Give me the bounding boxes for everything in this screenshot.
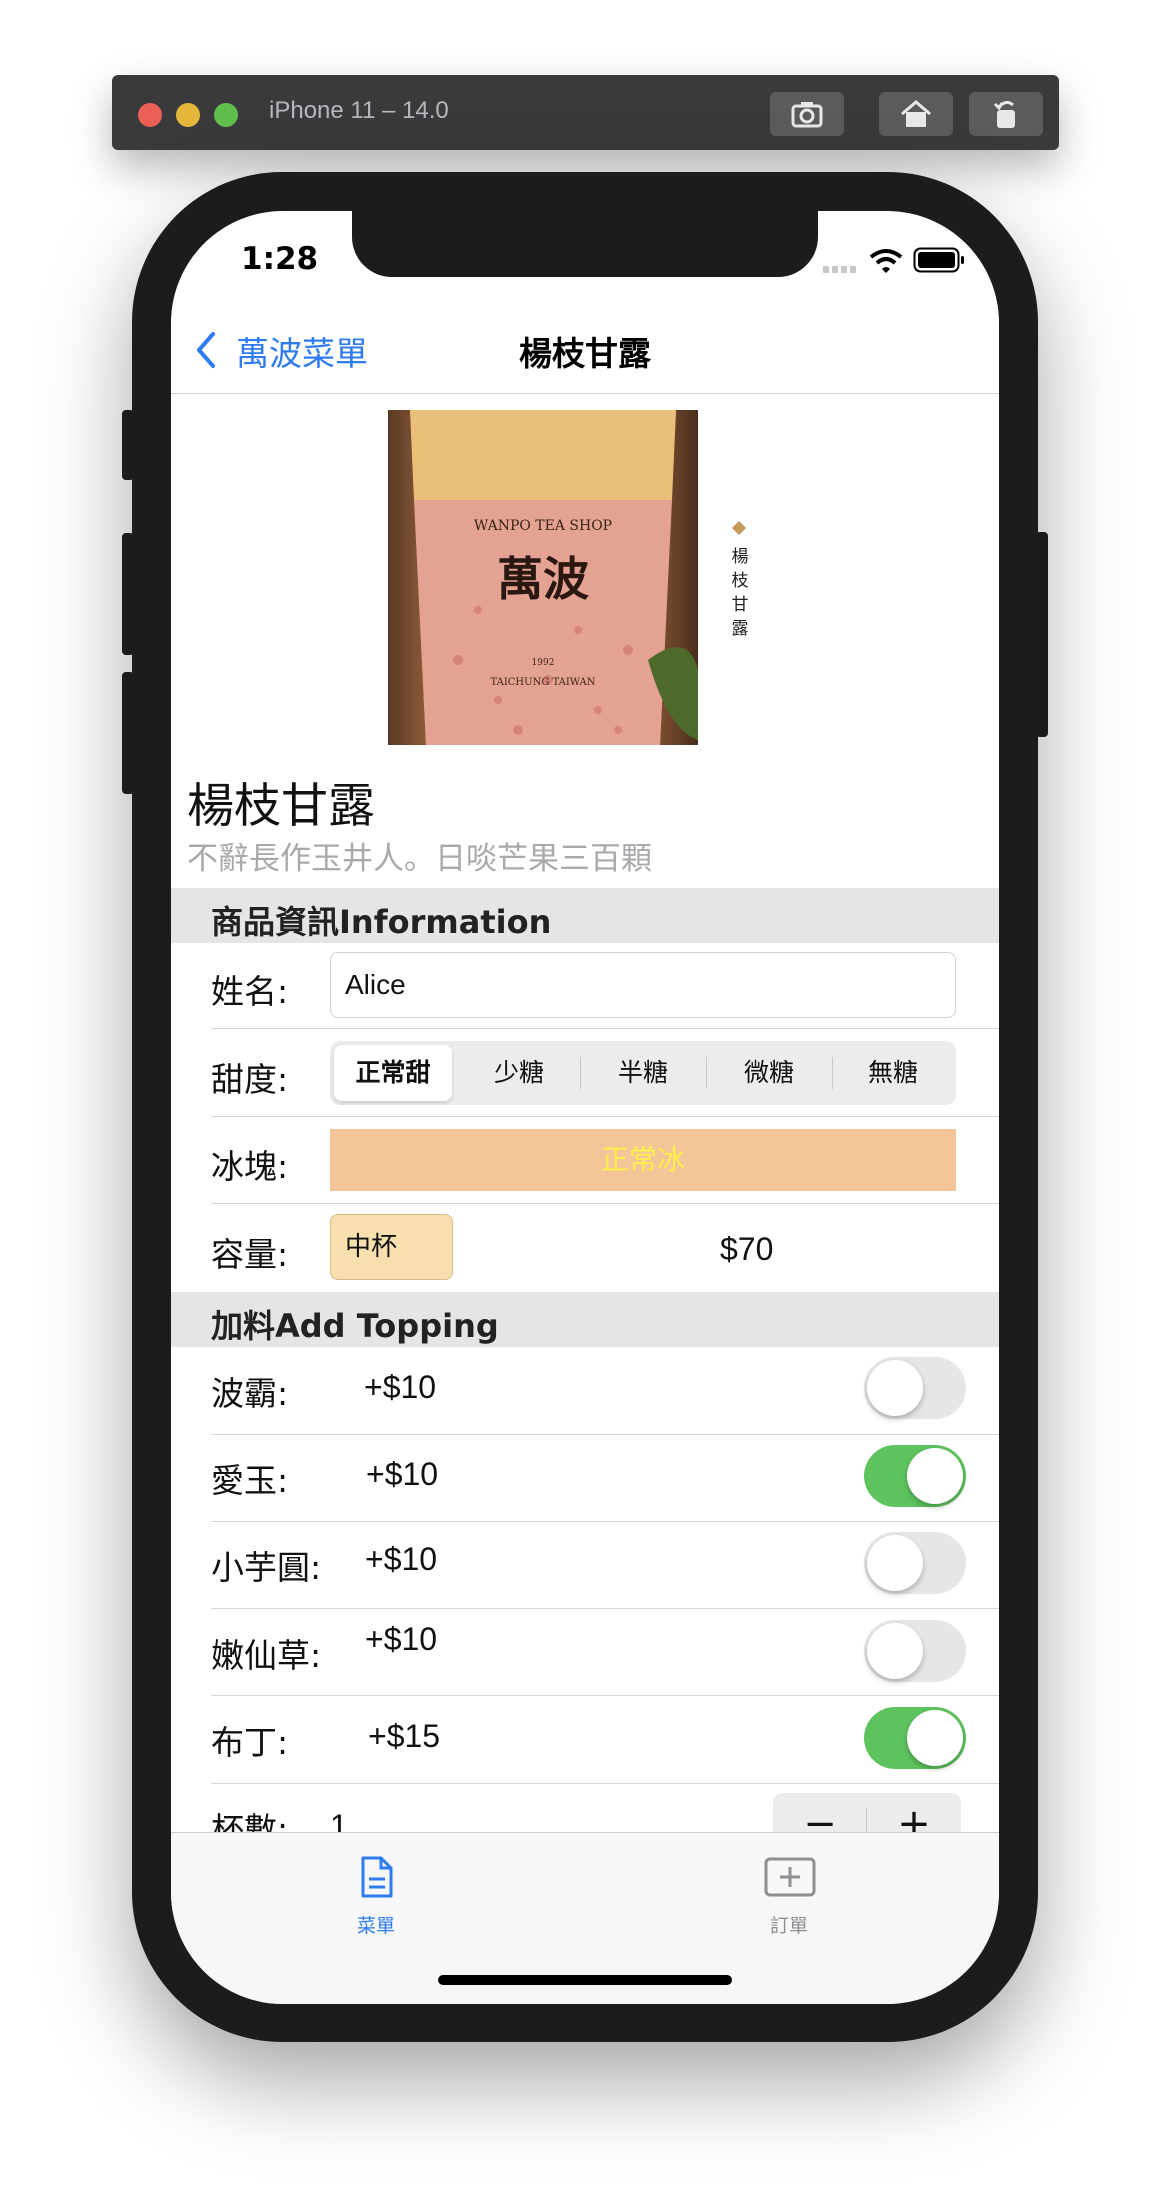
product-name: 楊枝甘露 (187, 779, 375, 834)
topping-price: +$10 (365, 1621, 438, 1657)
row-divider (211, 1521, 999, 1522)
status-time: 1:28 (241, 241, 319, 277)
segment-divider (706, 1057, 707, 1089)
nav-divider (171, 393, 999, 394)
cellular-icon (823, 266, 856, 273)
ice-button[interactable]: 正常冰 (330, 1129, 956, 1191)
home-button[interactable] (879, 92, 953, 136)
name-input[interactable] (330, 952, 956, 1018)
topping-label: 愛玉: (211, 1461, 289, 1500)
sweetness-option-slight[interactable]: 微糖 (710, 1045, 828, 1101)
ice-label: 冰塊: (211, 1147, 289, 1186)
power-button (1036, 532, 1048, 737)
add-square-icon (764, 1857, 816, 1897)
tab-orders-label: 訂單 (769, 1915, 808, 1937)
image-place-text: TAICHUNG TAIWAN (490, 677, 595, 688)
segment-divider (580, 1057, 581, 1089)
topping-label: 小芋圓: (211, 1548, 322, 1587)
sweetness-label: 甜度: (211, 1060, 289, 1099)
image-brand-text: WANPO TEA SHOP (474, 518, 612, 534)
wifi-icon (869, 249, 903, 273)
topping-section-header: 加料Add Topping (171, 1292, 999, 1347)
image-year-text: 1992 (532, 658, 555, 668)
vertical-product-label: 楊 枝 甘 露 (731, 547, 749, 639)
row-divider (211, 1608, 999, 1609)
segment-divider (832, 1057, 833, 1089)
rotate-button[interactable] (969, 92, 1043, 136)
row-divider (211, 1116, 999, 1117)
tab-menu[interactable]: 菜單 (326, 1845, 426, 1945)
sweetness-option-normal[interactable]: 正常甜 (334, 1045, 452, 1101)
topping-toggle-aiyu[interactable] (864, 1445, 966, 1507)
volume-down-button (122, 672, 134, 794)
nav-title: 楊枝甘露 (519, 334, 651, 373)
sweetness-segmented-control[interactable]: 正常甜 少糖 半糖 微糖 無糖 (330, 1041, 956, 1105)
row-divider (211, 1695, 999, 1696)
size-button[interactable]: 中杯 (330, 1214, 453, 1280)
screenshot-button[interactable] (770, 92, 844, 136)
diamond-icon (731, 520, 747, 536)
row-divider (211, 1028, 999, 1029)
size-label: 容量: (211, 1235, 289, 1274)
topping-label: 嫩仙草: (211, 1636, 322, 1675)
phone-screen: 1:28 萬波菜單 楊枝甘露 WANPO TEA SHOP 萬波 1992 TA… (171, 211, 999, 2004)
sweetness-option-half[interactable]: 半糖 (584, 1045, 702, 1101)
topping-price: +$10 (364, 1369, 437, 1405)
notch (352, 211, 818, 277)
topping-label: 波霸: (211, 1374, 289, 1413)
row-divider (211, 1783, 999, 1784)
product-image: WANPO TEA SHOP 萬波 1992 TAICHUNG TAIWAN (388, 410, 698, 745)
tab-menu-label: 菜單 (356, 1915, 395, 1937)
document-icon (361, 1856, 393, 1898)
volume-up-button (122, 533, 134, 655)
mute-switch (122, 410, 134, 480)
topping-price: +$10 (365, 1541, 438, 1577)
minimize-window-button[interactable] (176, 103, 200, 127)
home-icon (901, 100, 931, 127)
screenshot-icon (791, 102, 823, 128)
row-divider (211, 1434, 999, 1435)
topping-toggle-grass-jelly[interactable] (864, 1620, 966, 1682)
product-description: 不辭長作玉井人。日啖芒果三百顆 (187, 841, 652, 877)
topping-toggle-pudding[interactable] (864, 1707, 966, 1769)
battery-icon (913, 247, 964, 273)
topping-toggle-taro-ball[interactable] (864, 1532, 966, 1594)
topping-price: +$15 (368, 1718, 441, 1754)
zoom-window-button[interactable] (214, 103, 238, 127)
home-indicator[interactable] (438, 1975, 732, 1985)
simulator-title: iPhone 11 – 14.0 (269, 97, 449, 124)
item-price: $70 (720, 1231, 774, 1267)
topping-label: 布丁: (211, 1723, 289, 1762)
sweetness-option-less[interactable]: 少糖 (460, 1045, 578, 1101)
sweetness-option-none[interactable]: 無糖 (834, 1045, 952, 1101)
topping-price: +$10 (366, 1456, 439, 1492)
row-divider (211, 1203, 999, 1204)
simulator-title-bar: iPhone 11 – 14.0 (112, 75, 1059, 150)
topping-toggle-boba[interactable] (864, 1357, 966, 1419)
rotate-icon (993, 100, 1015, 128)
tab-orders[interactable]: 訂單 (739, 1845, 839, 1945)
name-label: 姓名: (211, 972, 289, 1011)
close-window-button[interactable] (138, 103, 162, 127)
info-section-header: 商品資訊Information (171, 888, 999, 943)
image-logo-text: 萬波 (497, 552, 589, 606)
